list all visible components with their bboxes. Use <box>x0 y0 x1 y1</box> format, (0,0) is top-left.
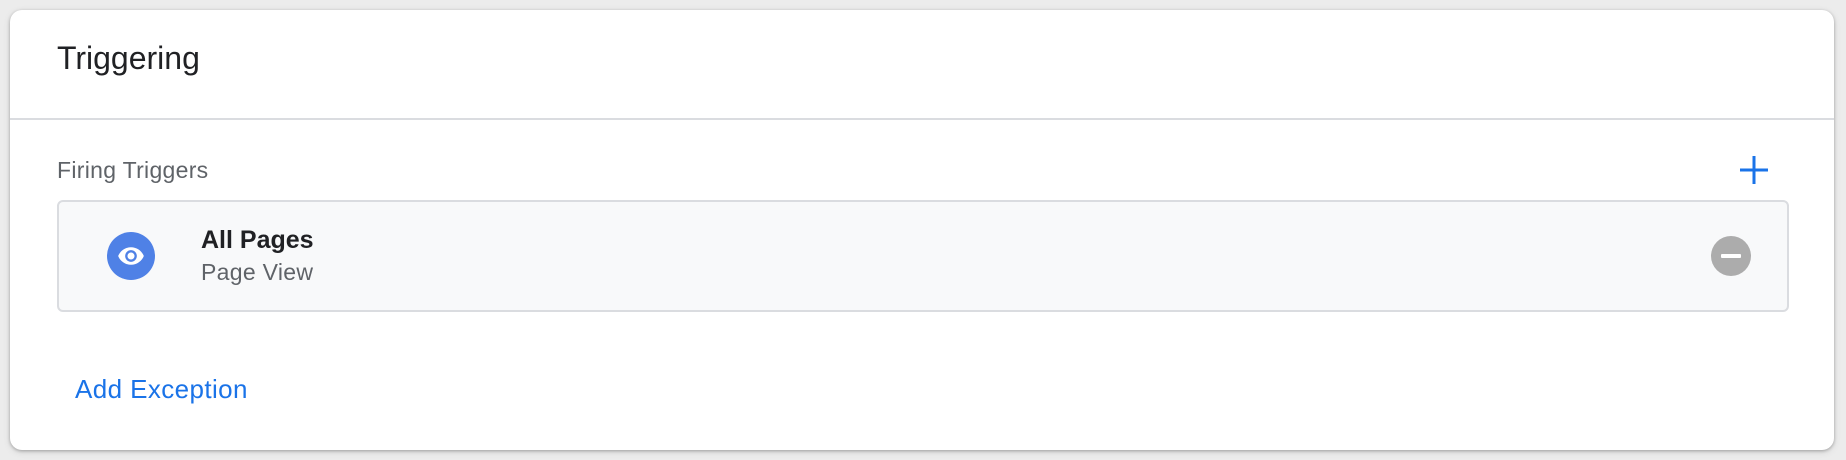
add-trigger-button[interactable] <box>1732 148 1776 192</box>
eye-icon <box>107 232 155 280</box>
firing-triggers-label: Firing Triggers <box>57 156 209 183</box>
remove-trigger-button[interactable] <box>1711 236 1751 276</box>
trigger-type: Page View <box>201 259 314 285</box>
triggering-card: Triggering Firing Triggers All Pages Pag… <box>10 10 1834 450</box>
card-title: Triggering <box>57 39 200 76</box>
firing-triggers-header: Firing Triggers <box>57 150 1787 190</box>
add-exception-link[interactable]: Add Exception <box>75 374 248 405</box>
card-header: Triggering <box>10 10 1834 120</box>
trigger-text: All Pages Page View <box>201 224 314 288</box>
remove-circle-icon <box>1721 254 1741 258</box>
plus-icon <box>1740 156 1768 184</box>
trigger-row-all-pages[interactable]: All Pages Page View <box>57 200 1789 312</box>
trigger-name: All Pages <box>201 226 314 254</box>
